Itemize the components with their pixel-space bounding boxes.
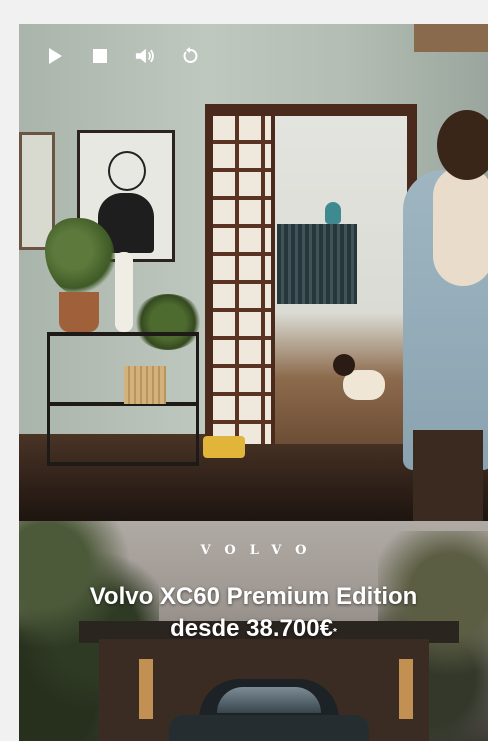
house-window xyxy=(399,659,413,719)
volume-button[interactable] xyxy=(135,46,155,66)
headline-model: Volvo XC60 Premium Edition xyxy=(89,583,418,610)
scene-lamp xyxy=(115,252,133,332)
stop-icon xyxy=(93,49,107,63)
shelf-basket xyxy=(124,366,166,404)
car-image xyxy=(169,679,369,741)
scene-baby xyxy=(329,354,391,414)
scene-toy-bus xyxy=(203,436,245,458)
promo-banner[interactable]: VOLVO Volvo XC60 Premium Edition desde 3… xyxy=(19,521,488,741)
scene-cabinet xyxy=(277,224,357,304)
play-icon xyxy=(49,48,62,64)
person-hair xyxy=(437,110,488,180)
shelf-board xyxy=(50,402,196,406)
volume-icon xyxy=(135,48,154,64)
car-body xyxy=(169,715,369,741)
price-text: desde 38.700€ xyxy=(170,615,333,642)
person-child xyxy=(433,166,488,286)
scene-beam xyxy=(414,24,488,52)
scene-person xyxy=(403,110,488,521)
baby-head xyxy=(333,354,355,376)
shelf-board xyxy=(50,462,196,466)
video-ad[interactable]: VOLVO Volvo XC60 Premium Edition desde 3… xyxy=(19,24,488,741)
price-footnote-mark: * xyxy=(332,627,337,638)
shelf-board xyxy=(50,332,196,336)
scene-vase xyxy=(325,202,341,224)
artwork-head xyxy=(108,151,146,191)
person-pants xyxy=(413,430,483,521)
scene-sliding-door xyxy=(213,116,271,444)
scene-pot xyxy=(59,292,99,332)
car-windshield xyxy=(217,687,321,713)
play-button[interactable] xyxy=(45,46,65,66)
promo-headline: Volvo XC60 Premium Edition desde 38.700€… xyxy=(19,581,488,645)
player-controls xyxy=(45,42,200,70)
replay-icon xyxy=(183,47,198,63)
brand-logo: VOLVO xyxy=(200,543,321,558)
replay-button[interactable] xyxy=(180,46,200,66)
scene-shelf xyxy=(47,332,199,466)
house-window xyxy=(139,659,153,719)
page-background: VOLVO Volvo XC60 Premium Edition desde 3… xyxy=(0,0,488,741)
video-player[interactable] xyxy=(19,24,488,521)
stop-button[interactable] xyxy=(90,46,110,66)
headline-price: desde 38.700€* xyxy=(19,613,488,645)
